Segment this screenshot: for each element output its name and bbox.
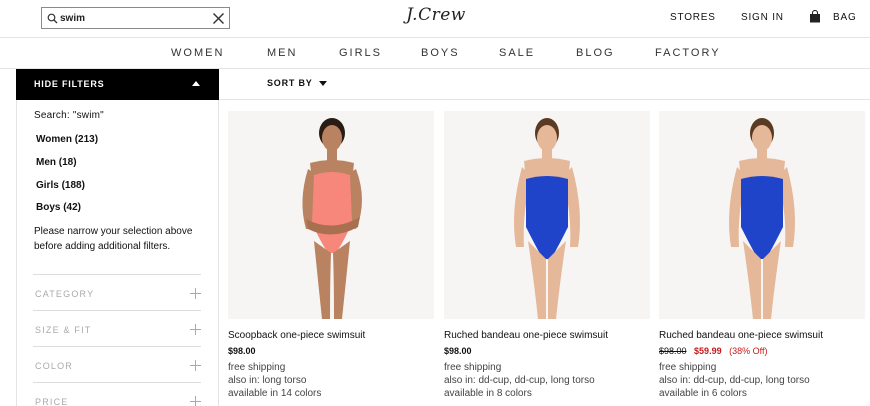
product-price: $98.00	[444, 346, 472, 356]
nav-women[interactable]: WOMEN	[171, 47, 224, 59]
nav-blog[interactable]: BLOG	[576, 47, 615, 59]
nav-sale[interactable]: SALE	[499, 47, 535, 59]
product-name[interactable]: Ruched bandeau one-piece swimsuit	[659, 330, 823, 341]
nav-men[interactable]: MEN	[267, 47, 297, 59]
search-term-label: Search: "swim"	[34, 110, 104, 121]
also-in-note: also in: long torso	[228, 375, 307, 386]
product-name[interactable]: Ruched bandeau one-piece swimsuit	[444, 330, 608, 341]
colors-available[interactable]: available in 6 colors	[659, 388, 747, 399]
product-image[interactable]	[228, 111, 434, 319]
product-name[interactable]: Scoopback one-piece swimsuit	[228, 330, 365, 341]
facet-size-fit[interactable]: SIZE & FIT	[33, 310, 201, 346]
filter-women[interactable]: Women (213)	[36, 134, 98, 145]
search-box[interactable]	[41, 7, 230, 29]
close-icon[interactable]	[212, 12, 225, 25]
plus-icon	[190, 396, 201, 406]
facet-category[interactable]: CATEGORY	[33, 274, 201, 310]
caret-up-icon	[192, 81, 200, 86]
bag-icon[interactable]	[809, 10, 821, 23]
filter-boys[interactable]: Boys (42)	[36, 202, 81, 213]
nav-girls[interactable]: GIRLS	[339, 47, 382, 59]
facet-label: CATEGORY	[35, 289, 95, 299]
sale-price: $59.99	[694, 346, 722, 356]
narrow-selection-note: Please narrow your selection above befor…	[34, 226, 193, 252]
nav-boys[interactable]: BOYS	[421, 47, 460, 59]
filter-sidebar: Search: "swim" Women (213) Men (18) Girl…	[16, 100, 219, 406]
shipping-note: free shipping	[444, 362, 502, 373]
bag-link[interactable]: BAG	[833, 12, 857, 23]
facet-price[interactable]: PRICE	[33, 382, 201, 406]
facet-color[interactable]: COLOR	[33, 346, 201, 382]
model-photo	[729, 118, 795, 319]
filter-men[interactable]: Men (18)	[36, 157, 77, 168]
plus-icon	[190, 288, 201, 299]
main-nav: WOMEN MEN GIRLS BOYS SALE BLOG FACTORY	[0, 38, 870, 69]
product-price: $98.00	[228, 346, 256, 356]
sign-in-link[interactable]: SIGN IN	[741, 12, 784, 23]
nav-factory[interactable]: FACTORY	[655, 47, 721, 59]
site-header: J.Crew STORES SIGN IN BAG	[0, 0, 870, 38]
colors-available[interactable]: available in 14 colors	[228, 388, 321, 399]
plus-icon	[190, 324, 201, 335]
filter-girls[interactable]: Girls (188)	[36, 180, 85, 191]
caret-down-icon[interactable]	[319, 81, 327, 86]
product-image[interactable]	[659, 111, 865, 319]
colors-available[interactable]: available in 8 colors	[444, 388, 532, 399]
discount-percent: (38% Off)	[729, 346, 768, 356]
facet-label: COLOR	[35, 361, 74, 371]
site-logo[interactable]: J.Crew	[405, 5, 467, 31]
facet-label: SIZE & FIT	[35, 325, 92, 335]
product-price: $98.00 $59.99 (38% Off)	[659, 346, 767, 356]
search-input[interactable]	[60, 10, 200, 26]
facet-label: PRICE	[35, 397, 69, 406]
shipping-note: free shipping	[659, 362, 717, 373]
shipping-note: free shipping	[228, 362, 286, 373]
stores-link[interactable]: STORES	[670, 12, 716, 23]
hide-filters-button[interactable]: HIDE FILTERS	[16, 69, 219, 100]
hide-filters-label: HIDE FILTERS	[34, 79, 105, 89]
original-price: $98.00	[659, 346, 687, 356]
plus-icon	[190, 360, 201, 371]
sort-by-button[interactable]: SORT BY	[267, 78, 313, 88]
divider	[219, 99, 870, 100]
model-photo	[302, 118, 362, 319]
product-image[interactable]	[444, 111, 650, 319]
model-photo	[514, 118, 580, 319]
search-icon	[47, 13, 58, 24]
also-in-note: also in: dd-cup, dd-cup, long torso	[659, 375, 810, 386]
also-in-note: also in: dd-cup, dd-cup, long torso	[444, 375, 595, 386]
